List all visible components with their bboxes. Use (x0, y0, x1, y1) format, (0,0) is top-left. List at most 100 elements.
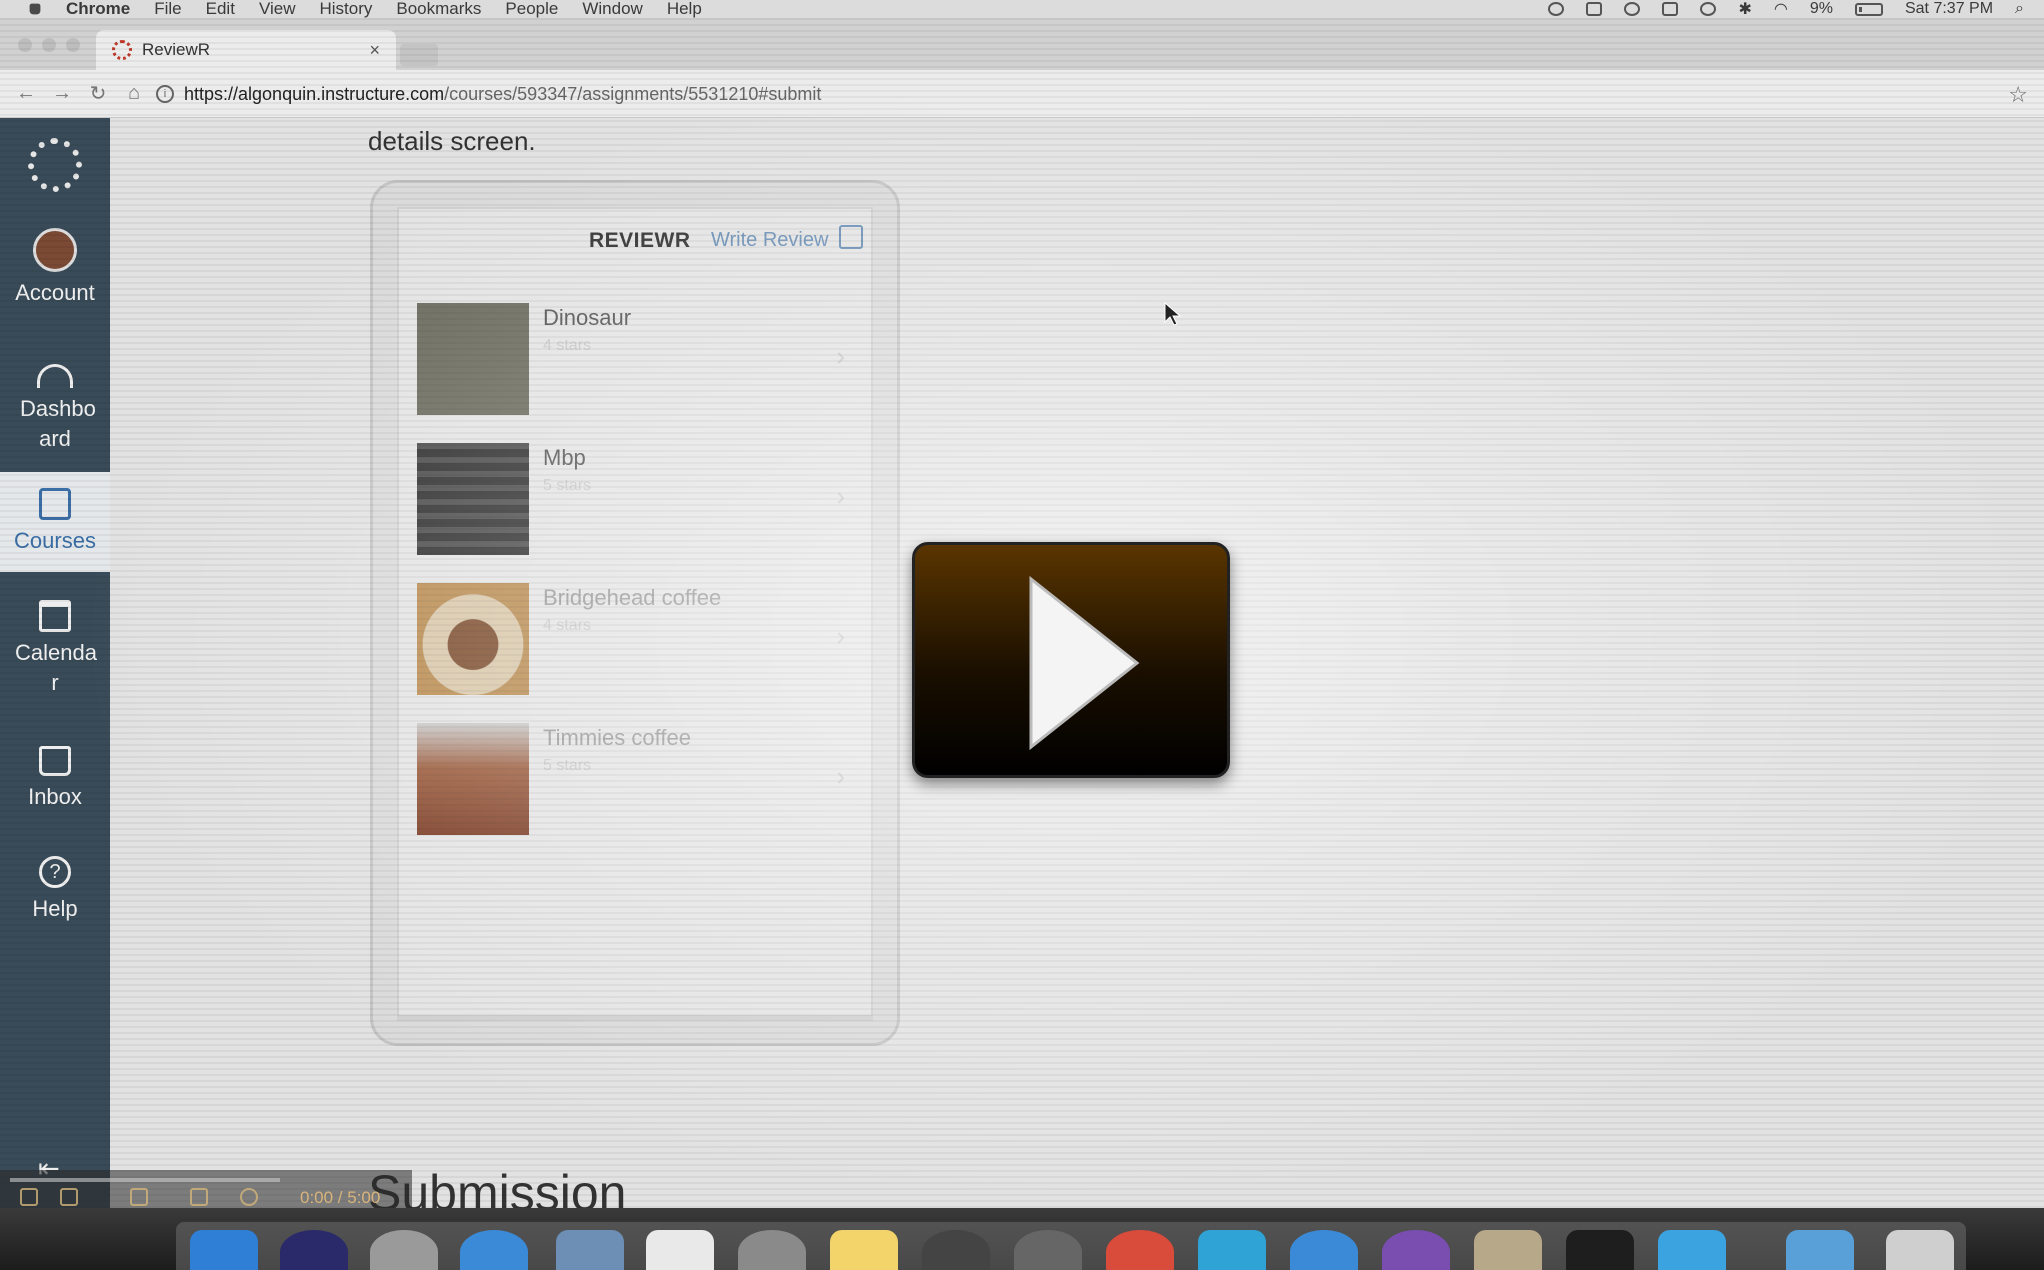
video-volume-icon[interactable] (130, 1188, 148, 1206)
review-list-item: Timmies coffee 5 stars › (417, 723, 857, 835)
chrome-icon[interactable] (1106, 1230, 1174, 1270)
app-title: REVIEWR (589, 229, 691, 252)
nav-help[interactable]: ? Help (0, 856, 110, 924)
status-icons: ✱ ◠ 9% Sat 7:37 PM ⌕ (1548, 0, 2024, 18)
play-button[interactable] (912, 542, 1230, 778)
macos-dock (0, 1208, 2044, 1270)
video-rewind-icon[interactable] (190, 1188, 208, 1206)
canvas-logo-icon[interactable] (28, 138, 82, 192)
bookmark-star-icon[interactable]: ☆ (2008, 82, 2028, 108)
zoom-window-button[interactable] (66, 38, 80, 52)
creative-cloud-icon[interactable] (1548, 2, 1565, 16)
menu-window[interactable]: Window (582, 0, 642, 18)
menu-file[interactable]: File (154, 0, 181, 18)
notes-icon[interactable] (830, 1230, 898, 1270)
app-nav-bar: REVIEWR Write Review (399, 209, 871, 273)
forward-arrow-icon[interactable]: → (44, 82, 80, 105)
launchpad-icon[interactable] (370, 1230, 438, 1270)
review-thumbnail-image (417, 583, 529, 695)
accessibility-icon[interactable] (1624, 2, 1641, 16)
address-bar[interactable]: i https://algonquin.instructure.com /cou… (156, 76, 1994, 112)
menu-help[interactable]: Help (667, 0, 702, 18)
video-play-icon[interactable] (20, 1188, 38, 1206)
calendar-icon (39, 600, 71, 632)
xcode-icon[interactable] (1658, 1230, 1726, 1270)
mail-icon[interactable] (556, 1230, 624, 1270)
nav-calendar[interactable]: Calenda r (0, 600, 110, 710)
chevron-right-icon: › (836, 481, 845, 511)
siri-icon[interactable] (280, 1230, 348, 1270)
phone-mockup-image: REVIEWR Write Review Dinosaur 4 stars › … (370, 180, 900, 1046)
review-name: Timmies coffee (543, 725, 691, 750)
minimize-window-button[interactable] (42, 38, 56, 52)
menu-view[interactable]: View (259, 0, 296, 18)
compose-icon (839, 225, 863, 249)
video-progress-bar[interactable] (10, 1178, 280, 1182)
nav-account-label: Account (15, 280, 95, 305)
menu-edit[interactable]: Edit (206, 0, 235, 18)
nav-dashboard[interactable]: Dashbo ard (0, 352, 110, 472)
app-window-icon[interactable] (1198, 1230, 1266, 1270)
review-name: Bridgehead coffee (543, 585, 722, 610)
bluetooth-icon[interactable]: ✱ (1738, 0, 1751, 19)
tab-title: ReviewR (142, 40, 211, 59)
menu-people[interactable]: People (505, 0, 558, 18)
browser-tab-reviewr[interactable]: ReviewR × (96, 30, 396, 70)
canvas-global-nav: Account Dashbo ard Courses Calenda r Inb… (0, 118, 110, 1208)
apple-icon[interactable] (29, 3, 41, 15)
wifi-icon[interactable]: ◠ (1774, 0, 1788, 19)
browser-toolbar: ← → ↻ ⌂ i https://algonquin.instructure.… (0, 70, 2044, 118)
tab-close-icon[interactable]: × (369, 40, 380, 61)
calendar-app-icon[interactable] (646, 1230, 714, 1270)
itunes-icon[interactable] (922, 1230, 990, 1270)
review-thumbnail-image (417, 443, 529, 555)
chevron-right-icon: › (836, 761, 845, 791)
reload-icon[interactable]: ↻ (80, 81, 116, 106)
video-time: 0:00 / 5:00 (300, 1188, 381, 1207)
window-controls (18, 38, 80, 52)
chevron-right-icon: › (836, 341, 845, 371)
new-tab-button[interactable] (400, 44, 438, 66)
battery-icon[interactable] (1854, 2, 1883, 16)
nav-inbox[interactable]: Inbox (0, 746, 110, 812)
back-arrow-icon[interactable]: ← (8, 82, 44, 105)
screen-share-icon[interactable] (1586, 2, 1603, 16)
menubar-clock[interactable]: Sat 7:37 PM (1905, 0, 1993, 18)
close-window-button[interactable] (18, 38, 32, 52)
macos-menu-bar: Chrome File Edit View History Bookmarks … (0, 0, 2044, 18)
video-pause-icon[interactable] (60, 1188, 78, 1206)
finder-icon[interactable] (190, 1230, 258, 1270)
trash-icon[interactable] (1886, 1230, 1954, 1270)
time-machine-icon[interactable] (1700, 2, 1717, 16)
spotlight-search-icon[interactable]: ⌕ (2015, 0, 2024, 18)
safari-icon[interactable] (460, 1230, 528, 1270)
review-stars: 5 stars (543, 757, 592, 774)
avatar (33, 228, 77, 272)
courses-book-icon (39, 488, 71, 520)
app-purple-icon[interactable] (1382, 1230, 1450, 1270)
folder-icon[interactable] (1786, 1230, 1854, 1270)
chevron-right-icon: › (836, 621, 845, 651)
menu-history[interactable]: History (319, 0, 372, 18)
nav-inbox-label: Inbox (28, 784, 82, 809)
menu-app-name[interactable]: Chrome (66, 0, 130, 18)
home-icon[interactable]: ⌂ (116, 82, 152, 105)
airplay-icon[interactable] (1662, 2, 1679, 16)
review-thumbnail-image (417, 723, 529, 835)
url-path: /courses/593347/assignments/5531210#subm… (444, 83, 822, 104)
app-store-icon[interactable] (1290, 1230, 1358, 1270)
nav-account[interactable]: Account (0, 228, 110, 308)
battery-percent[interactable]: 9% (1810, 0, 1833, 18)
site-info-icon[interactable]: i (156, 85, 174, 103)
app-tab-bar (399, 1015, 871, 1019)
nav-calendar-label: Calenda r (15, 640, 97, 695)
preview-icon[interactable] (1474, 1230, 1542, 1270)
nav-courses[interactable]: Courses (0, 472, 110, 572)
app-screen: REVIEWR Write Review Dinosaur 4 stars › … (397, 207, 873, 1021)
help-app-icon[interactable] (738, 1230, 806, 1270)
dashboard-icon (37, 364, 73, 388)
system-preferences-icon[interactable] (1014, 1230, 1082, 1270)
menu-bookmarks[interactable]: Bookmarks (396, 0, 481, 18)
terminal-icon[interactable] (1566, 1230, 1634, 1270)
video-settings-icon[interactable] (240, 1188, 258, 1206)
